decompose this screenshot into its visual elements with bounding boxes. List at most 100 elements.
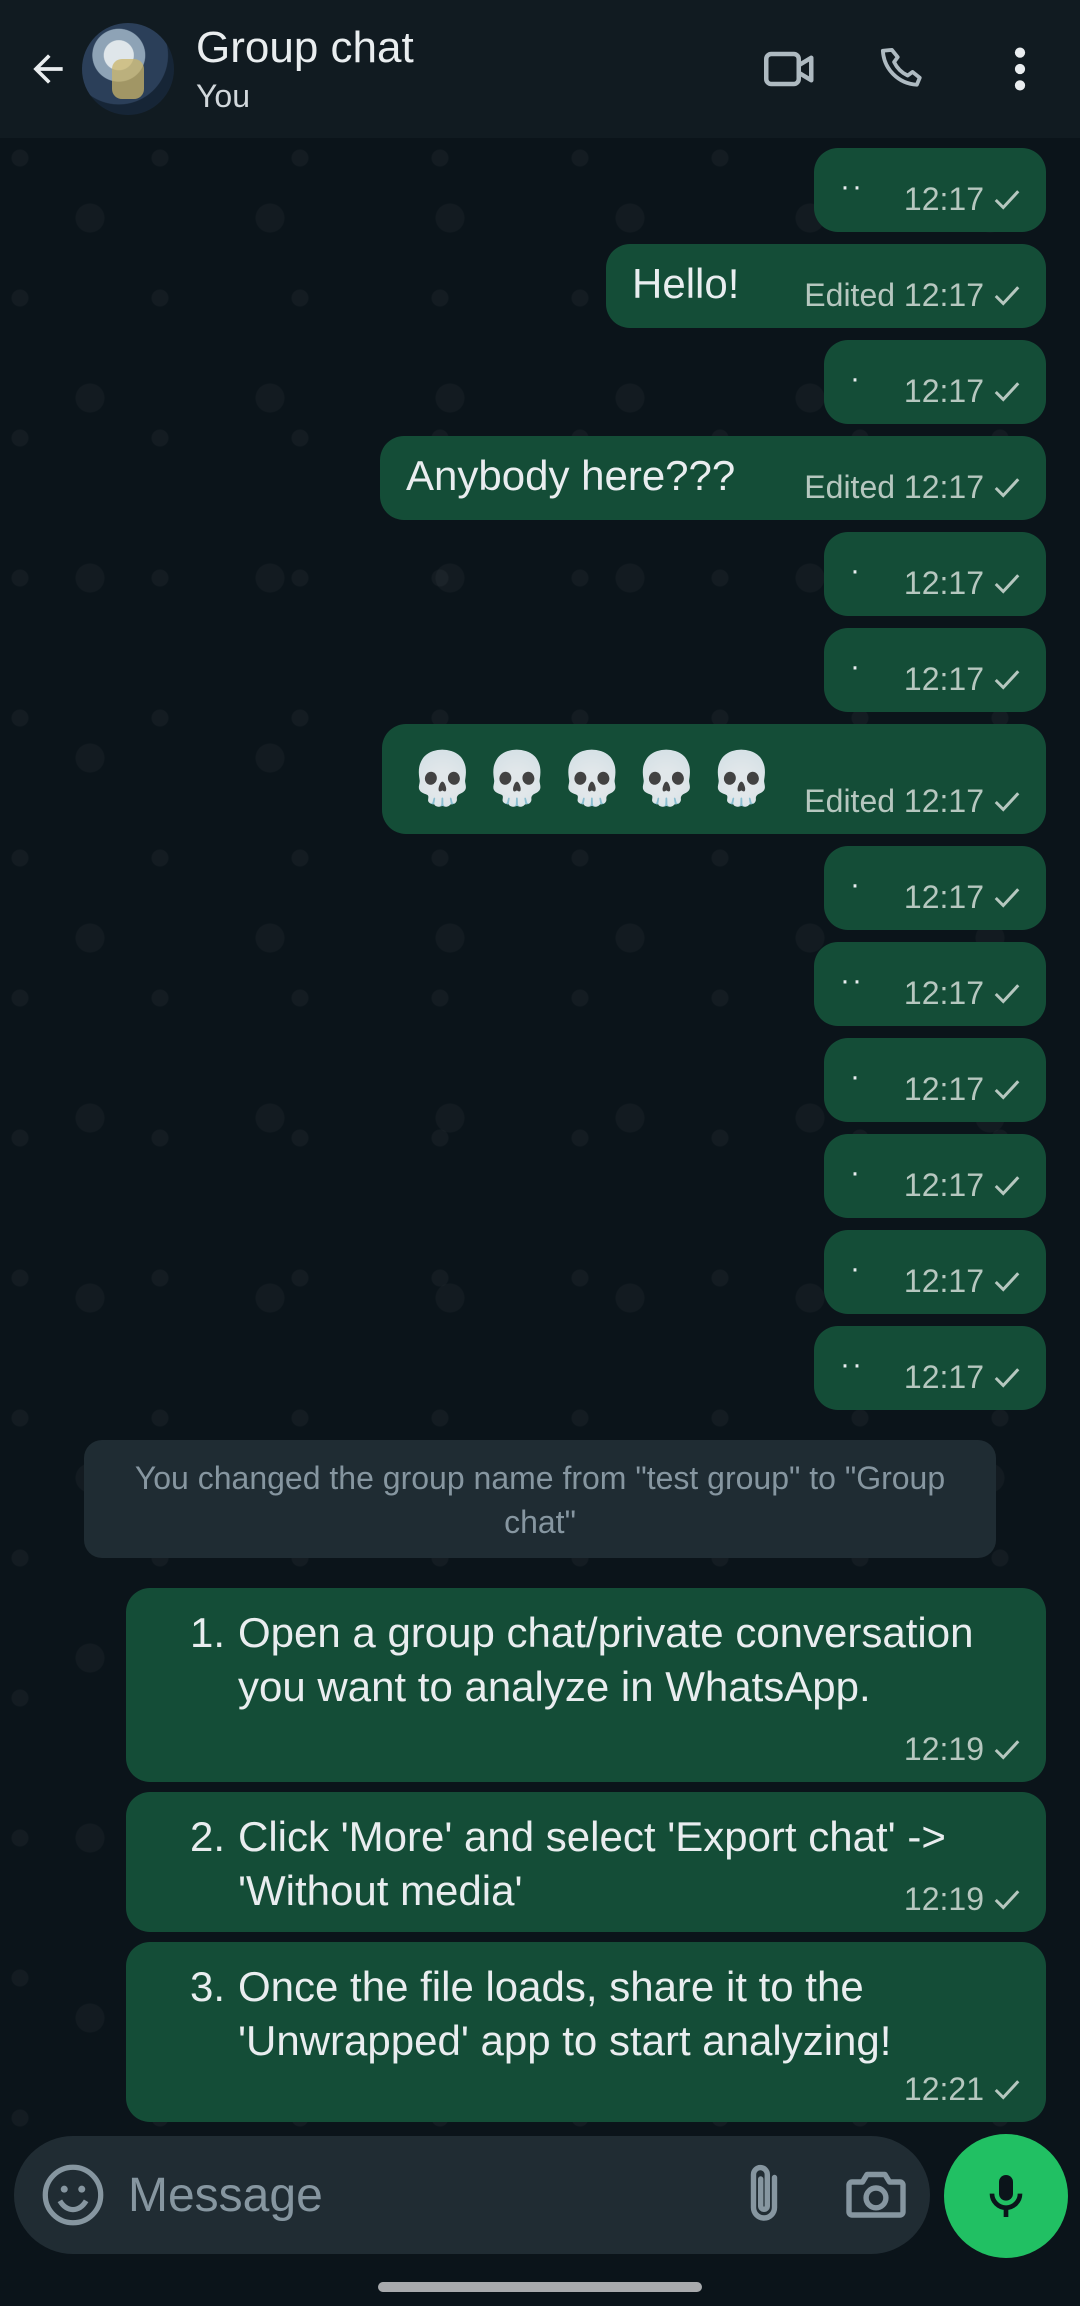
message-meta: 12:17 [904,373,1022,410]
camera-icon[interactable] [840,2158,912,2230]
message-time: 12:17 [903,879,984,915]
message-bubble[interactable]: 1. Open a group chat/private conversatio… [126,1588,1046,1782]
message-bubble[interactable]: · 12:17 [824,1134,1046,1218]
chat-title: Group chat [196,23,414,72]
message-meta: 12:17 [904,1167,1022,1204]
message-meta: 12:17 [904,1263,1022,1300]
message-time: Edited 12:17 [804,469,984,505]
message-text: · [850,554,862,587]
message-bubble[interactable]: · 12:17 [824,1230,1046,1314]
sent-check-icon [994,1175,1020,1196]
more-options-button[interactable] [980,29,1060,109]
smiley-icon[interactable] [38,2160,108,2230]
message-time: 12:19 [903,1881,984,1917]
message-bubble[interactable]: 💀💀💀💀💀 Edited 12:17 [382,724,1046,834]
message-input[interactable]: Message [128,2168,323,2223]
message-meta: 12:19 [904,1731,1022,1768]
message-text: Hello! [632,260,740,307]
message-bubble[interactable]: Anybody here??? Edited 12:17 [380,436,1046,520]
voice-call-button[interactable] [864,29,944,109]
list-item: 2. Click 'More' and select 'Export chat'… [190,1810,1006,1918]
sent-check-icon [994,1367,1020,1388]
sent-check-icon [994,983,1020,1004]
sent-check-icon [994,573,1020,594]
message-text: 💀💀💀💀💀 [410,750,784,808]
message-time: Edited 12:17 [804,277,984,313]
message-text: · [850,1156,862,1189]
message-meta: Edited 12:17 [804,783,1022,820]
list-item: 1. Open a group chat/private conversatio… [190,1606,1006,1714]
message-bubble[interactable]: 2. Click 'More' and select 'Export chat'… [126,1792,1046,1932]
message-bubble[interactable]: · 12:17 [824,628,1046,712]
message-time: 12:17 [903,1071,984,1107]
message-bubble[interactable]: · 12:17 [824,532,1046,616]
list-item: 3. Once the file loads, share it to the … [190,1960,1006,2068]
sent-check-icon [994,887,1020,908]
voice-record-button[interactable] [944,2134,1068,2258]
message-text: Click 'More' and select 'Export chat' ->… [238,1813,946,1914]
sent-check-icon [994,2079,1020,2100]
message-bubble[interactable]: 3. Once the file loads, share it to the … [126,1942,1046,2122]
message-meta: 12:17 [904,661,1022,698]
message-bubble[interactable]: · 12:17 [824,340,1046,424]
message-text: · [850,362,862,395]
message-time: 12:17 [903,1359,984,1395]
back-button[interactable] [18,39,78,99]
sent-check-icon [994,1271,1020,1292]
message-bubble[interactable]: ·· 12:17 [814,148,1046,232]
sent-check-icon [994,791,1020,812]
chat-subtitle: You [196,78,250,114]
message-time: 12:17 [903,661,984,697]
message-time: 12:17 [903,565,984,601]
sent-check-icon [994,381,1020,402]
chat-area[interactable]: ·· 12:17 Hello! Edited 12:17 · 12:17 Any… [0,138,1080,2138]
message-text: Once the file loads, share it to the 'Un… [238,1963,892,2064]
message-meta: 12:17 [904,879,1022,916]
message-text: · [850,868,862,901]
system-message: You changed the group name from "test gr… [84,1440,996,1558]
message-text: · [850,1252,862,1285]
sent-check-icon [994,189,1020,210]
chat-header: Group chat You [0,0,1080,138]
message-time: 12:21 [903,2071,984,2107]
group-avatar[interactable] [82,23,174,115]
message-text: ·· [840,1348,864,1381]
sent-check-icon [994,285,1020,306]
message-time: 12:17 [903,1167,984,1203]
list-number: 2. [190,1813,226,1860]
message-time: 12:19 [903,1731,984,1767]
more-vert-icon [1014,47,1026,91]
message-time: 12:17 [903,1263,984,1299]
message-bubble[interactable]: ·· 12:17 [814,1326,1046,1410]
message-meta: 12:17 [904,975,1022,1012]
message-text: ·· [840,964,864,997]
sent-check-icon [994,477,1020,498]
sent-check-icon [994,669,1020,690]
chat-title-area[interactable]: Group chat You [196,22,750,116]
message-meta: 12:21 [904,2071,1022,2108]
list-number: 3. [190,1963,226,2010]
message-bubble[interactable]: · 12:17 [824,1038,1046,1122]
video-call-button[interactable] [750,29,830,109]
sent-check-icon [994,1079,1020,1100]
message-meta: 12:17 [904,565,1022,602]
paperclip-icon[interactable] [728,2158,800,2230]
message-text: · [850,1060,862,1093]
message-time: Edited 12:17 [804,783,984,819]
message-text: Open a group chat/private conversation y… [238,1609,974,1710]
list-number: 1. [190,1609,226,1656]
message-bubble[interactable]: Hello! Edited 12:17 [606,244,1046,328]
message-time: 12:17 [903,373,984,409]
arrow-left-icon [33,54,63,84]
message-time: 12:17 [903,975,984,1011]
message-meta: Edited 12:17 [804,469,1022,506]
message-meta: 12:17 [904,1071,1022,1108]
message-time: 12:17 [903,181,984,217]
message-meta: Edited 12:17 [804,277,1022,314]
microphone-icon [989,2175,1023,2217]
sent-check-icon [994,1889,1020,1910]
message-bubble[interactable]: ·· 12:17 [814,942,1046,1026]
message-meta: 12:19 [904,1881,1022,1918]
home-indicator[interactable] [378,2282,702,2292]
message-bubble[interactable]: · 12:17 [824,846,1046,930]
